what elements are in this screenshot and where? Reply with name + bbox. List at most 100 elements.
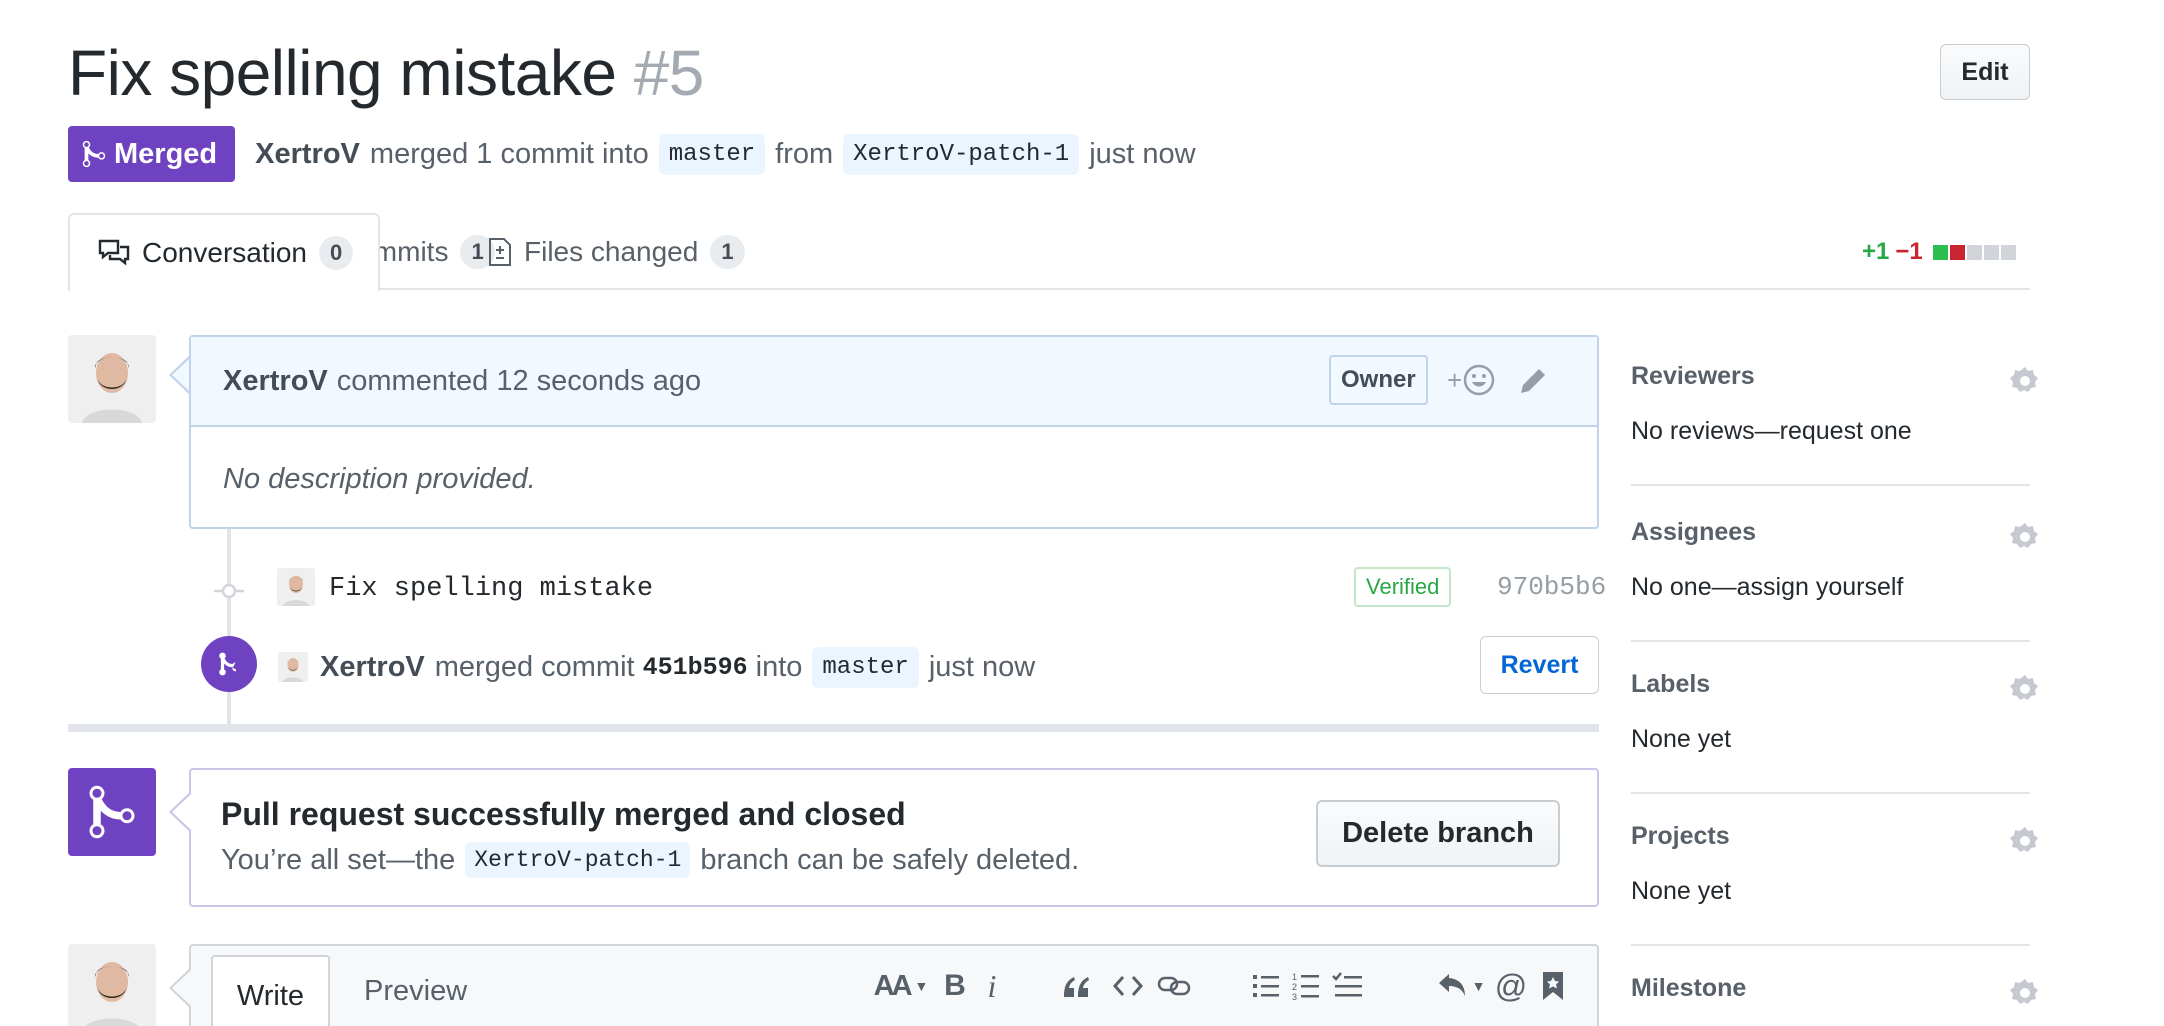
pencil-icon[interactable] <box>1517 365 1549 397</box>
chevron-down-icon: ▼ <box>914 978 929 994</box>
verified-badge[interactable]: Verified <box>1354 567 1452 607</box>
svg-text:2: 2 <box>1292 982 1297 992</box>
commit-author-avatar[interactable] <box>277 568 315 606</box>
merge-time-text[interactable]: just now <box>929 651 1035 684</box>
mention-icon: @ <box>1494 967 1528 1004</box>
diffstat-block-deleted <box>1949 244 1965 260</box>
ordered-list-tool-button[interactable]: 1 2 3 <box>1290 966 1322 1006</box>
sidebar-reviewers-title[interactable]: Reviewers <box>1631 362 2030 391</box>
tab-files-count: 1 <box>710 234 745 269</box>
pr-time-text: just now <box>1089 137 1196 170</box>
preview-tab[interactable]: Preview <box>364 975 467 1008</box>
merged-label: Merged <box>114 137 218 170</box>
merged-desc-branch: XertroV-patch-1 <box>465 842 691 878</box>
merged-notice-description: You’re all set—the XertroV-patch-1 branc… <box>221 842 1079 878</box>
pr-summary-text: merged 1 commit into <box>369 137 649 170</box>
delete-branch-button[interactable]: Delete branch <box>1316 800 1560 867</box>
reference-tool-button[interactable] <box>1538 966 1568 1006</box>
sidebar-divider <box>1631 792 2030 794</box>
commit-node-icon <box>214 583 244 599</box>
tab-files-label: Files changed <box>524 235 699 267</box>
diffstat: +1 −1 <box>1862 238 2016 266</box>
link-icon <box>1157 976 1191 996</box>
merged-status-icon-box <box>68 768 156 856</box>
merge-event-row: XertroV merged commit 451b596 into maste… <box>278 640 1035 694</box>
gear-icon[interactable] <box>2010 826 2040 856</box>
avatar-image <box>278 652 308 682</box>
gear-icon[interactable] <box>2010 366 2040 396</box>
from-text: from <box>775 137 834 170</box>
comment-body: No description provided. <box>223 463 536 495</box>
avatar-image <box>277 568 315 606</box>
comment-header: XertroV commented 12 seconds ago Owner + <box>191 337 1597 427</box>
sidebar-labels-title[interactable]: Labels <box>1631 670 2030 699</box>
merged-desc-before: You’re all set—the <box>221 843 456 876</box>
code-icon <box>1113 976 1143 996</box>
write-tab[interactable]: Write <box>211 955 330 1026</box>
code-tool-button[interactable] <box>1110 966 1146 1006</box>
tab-conversation-count: 0 <box>318 236 354 270</box>
merge-commit-sha-link[interactable]: 451b596 <box>643 653 748 682</box>
merged-state-badge: Merged <box>68 126 236 182</box>
tab-files-changed[interactable]: Files changed 1 <box>488 213 745 290</box>
heading-tool-button[interactable]: AA ▼ <box>873 966 929 1006</box>
unordered-list-tool-button[interactable] <box>1250 966 1282 1006</box>
svg-text:3: 3 <box>1292 992 1297 1001</box>
comment-author-link[interactable]: XertroV <box>223 365 328 398</box>
merge-into-text: into <box>755 650 803 683</box>
sidebar-labels: Labels None yet <box>1631 670 2030 754</box>
owner-badge: Owner <box>1329 355 1428 405</box>
pr-state-row: Merged XertroV merged 1 commit into mast… <box>68 126 1196 182</box>
timeline-line <box>227 529 231 724</box>
sidebar-projects-title[interactable]: Projects <box>1631 822 2030 851</box>
merge-base-branch: master <box>812 646 919 688</box>
pr-number: #5 <box>633 37 705 109</box>
commit-message-link[interactable]: Fix spelling mistake <box>329 574 653 604</box>
mention-tool-button[interactable]: @ <box>1494 966 1528 1006</box>
diffstat-block-neutral <box>1983 244 1999 260</box>
commit-sha-link[interactable]: 970b5b6 <box>1497 572 1606 602</box>
head-branch-label: XertroV-patch-1 <box>843 133 1080 175</box>
base-branch-label: master <box>658 133 766 175</box>
sidebar-assignees-value[interactable]: No one—assign yourself <box>1631 573 2030 602</box>
file-diff-icon <box>489 237 511 266</box>
tab-conversation[interactable]: Conversation 0 <box>68 213 380 291</box>
gear-icon[interactable] <box>2010 978 2040 1008</box>
italic-tool-button[interactable]: i <box>980 966 1004 1006</box>
edit-title-button[interactable]: Edit <box>1940 44 2030 100</box>
diffstat-block-neutral <box>2000 244 2016 260</box>
add-reaction-button[interactable]: + <box>1447 363 1496 397</box>
quote-icon <box>1064 977 1089 997</box>
svg-text:1: 1 <box>1292 972 1297 982</box>
diffstat-deletions: −1 <box>1895 238 1923 265</box>
comment-discussion-icon <box>98 239 130 266</box>
comment-timestamp[interactable]: commented 12 seconds ago <box>337 365 701 398</box>
merged-desc-after: branch can be safely deleted. <box>700 843 1080 876</box>
chevron-down-icon: ▼ <box>1471 978 1486 994</box>
bold-icon: B <box>944 969 966 1002</box>
revert-button[interactable]: Revert <box>1480 636 1599 694</box>
saved-reply-tool-button[interactable]: ▼ <box>1436 966 1486 1006</box>
tab-conversation-label: Conversation <box>142 237 307 268</box>
sidebar-divider <box>1631 944 2030 946</box>
task-list-tool-button[interactable] <box>1330 966 1366 1006</box>
merged-notice-title: Pull request successfully merged and clo… <box>221 796 906 832</box>
avatar[interactable] <box>68 335 156 423</box>
sidebar-milestone-title[interactable]: Milestone <box>1631 974 2030 1003</box>
sidebar-reviewers-value[interactable]: No reviews—request one <box>1631 417 2030 446</box>
gear-icon[interactable] <box>2010 522 2040 552</box>
timeline-divider <box>68 724 1599 732</box>
link-tool-button[interactable] <box>1154 966 1194 1006</box>
current-user-avatar[interactable] <box>68 944 156 1026</box>
sidebar-reviewers: Reviewers No reviews—request one <box>1631 362 2030 446</box>
sidebar-assignees-title[interactable]: Assignees <box>1631 518 2030 547</box>
bold-tool-button[interactable]: B <box>940 966 970 1006</box>
merger-author-link[interactable]: XertroV <box>320 651 425 684</box>
sidebar-projects: Projects None yet <box>1631 822 2030 906</box>
sidebar-assignees: Assignees No one—assign yourself <box>1631 518 2030 602</box>
smiley-icon <box>1463 364 1495 396</box>
merger-avatar[interactable] <box>278 652 308 682</box>
quote-tool-button[interactable] <box>1060 966 1094 1006</box>
gear-icon[interactable] <box>2010 674 2040 704</box>
pr-author-link[interactable]: XertroV <box>255 138 360 171</box>
